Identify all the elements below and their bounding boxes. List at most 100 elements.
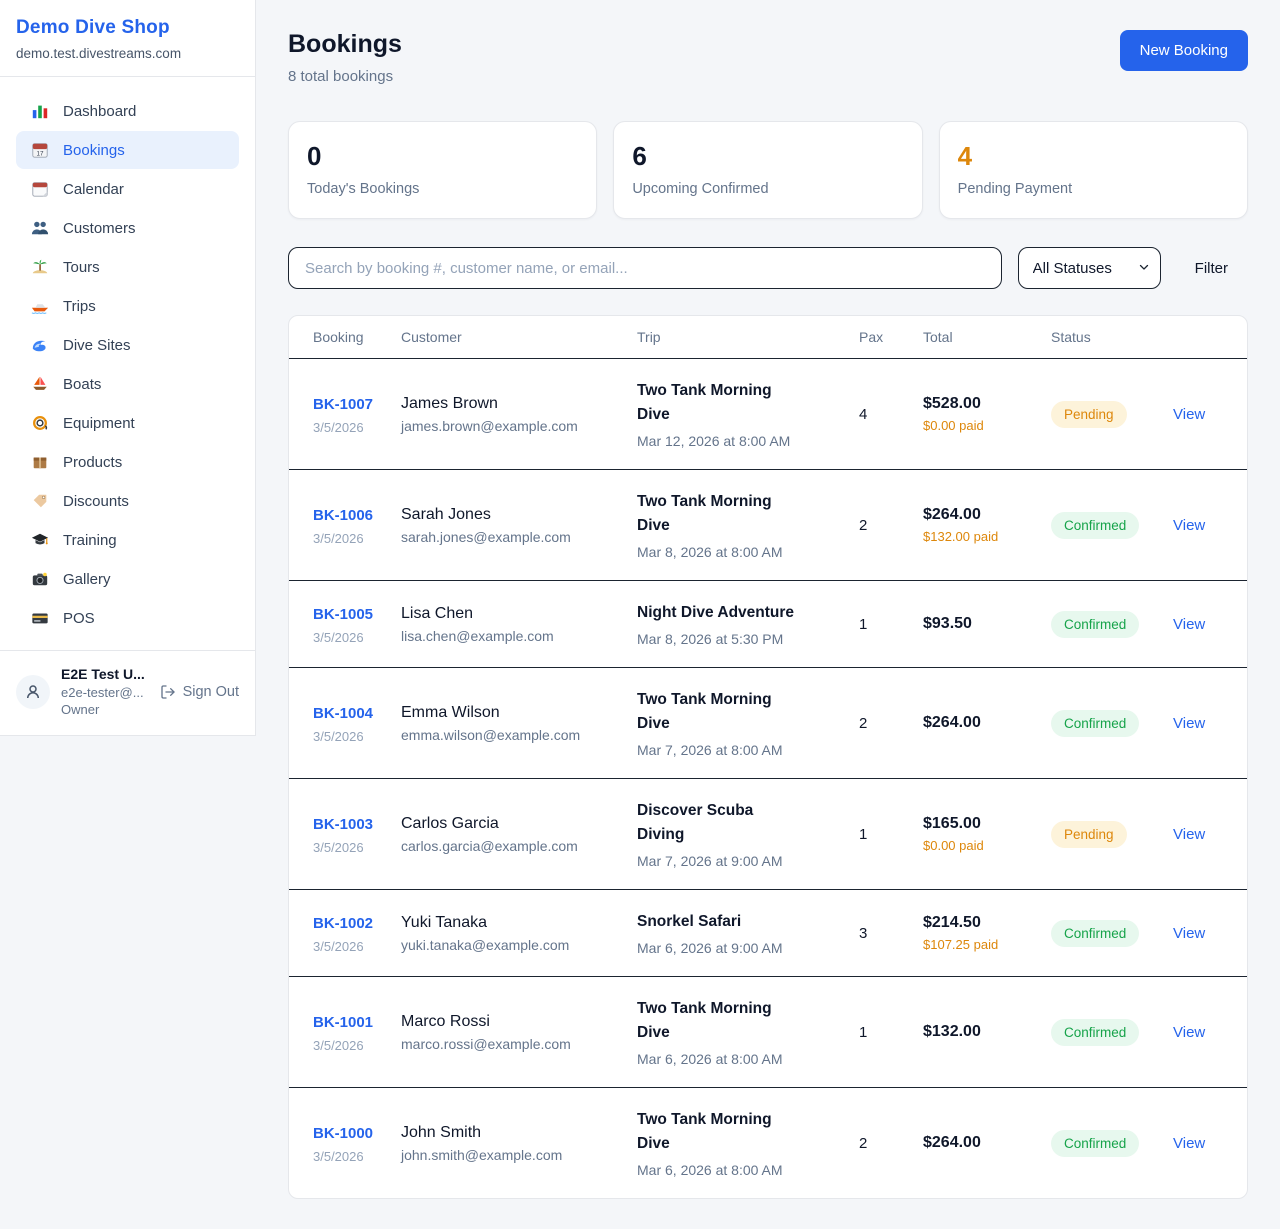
sidebar-item-label: Boats [63,376,101,393]
filter-button[interactable]: Filter [1161,260,1248,277]
booking-id-link[interactable]: BK-1002 [313,912,375,935]
view-link[interactable]: View [1173,715,1205,732]
booking-id-link[interactable]: BK-1003 [313,813,375,836]
stat-value: 0 [307,141,578,172]
column-header-total: Total [923,316,1051,359]
sidebar-item-label: Equipment [63,415,135,432]
sidebar-nav: Dashboard Bookings Calendar Customers To… [0,77,255,650]
pax-value: 2 [859,470,923,581]
sidebar-item[interactable]: POS [16,599,239,637]
status-badge: Confirmed [1051,1130,1139,1157]
customer-email: emma.wilson@example.com [401,727,629,743]
paid-amount: $107.25 paid [923,937,1009,952]
pax-value: 1 [859,581,923,668]
booking-id-link[interactable]: BK-1005 [313,603,375,626]
trip-name: Night Dive Adventure [637,601,799,625]
sidebar-item[interactable]: Customers [16,209,239,247]
total-amount: $132.00 [923,1023,1043,1041]
trip-datetime: Mar 6, 2026 at 9:00 AM [637,940,851,956]
total-amount: $214.50 [923,914,1043,932]
page-title: Bookings [288,30,402,59]
view-link[interactable]: View [1173,406,1205,423]
customer-email: yuki.tanaka@example.com [401,937,629,953]
view-link[interactable]: View [1173,616,1205,633]
customer-email: john.smith@example.com [401,1147,629,1163]
trip-datetime: Mar 12, 2026 at 8:00 AM [637,433,851,449]
booking-date: 3/5/2026 [313,630,393,645]
sidebar-item-label: Dive Sites [63,337,131,354]
booking-id-link[interactable]: BK-1006 [313,504,375,527]
booking-id-link[interactable]: BK-1000 [313,1122,375,1145]
booking-row: BK-1004 3/5/2026 Emma Wilson emma.wilson… [289,668,1247,779]
status-badge: Confirmed [1051,710,1139,737]
logout-icon [160,684,176,700]
user-section: E2E Test U... e2e-tester@... Owner Sign … [0,650,255,735]
status-badge: Confirmed [1051,920,1139,947]
sidebar-item-label: Dashboard [63,103,136,120]
new-booking-button[interactable]: New Booking [1120,30,1248,71]
sidebar-item[interactable]: Equipment [16,404,239,442]
trip-datetime: Mar 8, 2026 at 5:30 PM [637,631,851,647]
column-header-booking: Booking [289,316,401,359]
trip-datetime: Mar 6, 2026 at 8:00 AM [637,1162,851,1178]
customer-email: lisa.chen@example.com [401,628,629,644]
booking-id-link[interactable]: BK-1007 [313,393,375,416]
pax-value: 1 [859,779,923,890]
sidebar-item-label: Trips [63,298,96,315]
sidebar-item[interactable]: Gallery [16,560,239,598]
sidebar-item[interactable]: Tours [16,248,239,286]
sidebar-item-label: Calendar [63,181,124,198]
status-select[interactable]: All Statuses [1018,247,1161,289]
sidebar-item[interactable]: Products [16,443,239,481]
sidebar-item[interactable]: Bookings [16,131,239,169]
sidebar-item[interactable]: Trips [16,287,239,325]
stats-row: 0 Today's Bookings 6 Upcoming Confirmed … [288,121,1248,219]
sidebar-item[interactable]: Training [16,521,239,559]
pax-value: 3 [859,890,923,977]
status-badge: Confirmed [1051,1019,1139,1046]
booking-date: 3/5/2026 [313,1149,393,1164]
booking-row: BK-1005 3/5/2026 Lisa Chen lisa.chen@exa… [289,581,1247,668]
view-link[interactable]: View [1173,1024,1205,1041]
calendar-icon [30,180,50,198]
customer-name: Emma Wilson [401,704,629,722]
sidebar-item[interactable]: Dashboard [16,92,239,130]
view-link[interactable]: View [1173,1135,1205,1152]
booking-date: 3/5/2026 [313,1038,393,1053]
view-link[interactable]: View [1173,826,1205,843]
search-input[interactable] [288,247,1002,289]
booking-row: BK-1007 3/5/2026 James Brown james.brown… [289,359,1247,470]
total-amount: $264.00 [923,1134,1043,1152]
column-header-customer: Customer [401,316,637,359]
sidebar-item[interactable]: Discounts [16,482,239,520]
bookings-table-card: Booking Customer Trip Pax Total Status B… [288,315,1248,1199]
stat-label: Pending Payment [958,181,1229,197]
status-badge: Confirmed [1051,512,1139,539]
user-name: E2E Test U... [61,665,145,684]
sidebar-item[interactable]: Calendar [16,170,239,208]
column-header-status: Status [1051,316,1173,359]
sidebar-item[interactable]: Boats [16,365,239,403]
total-amount: $165.00 [923,815,1043,833]
column-header-view [1173,316,1247,359]
booking-row: BK-1002 3/5/2026 Yuki Tanaka yuki.tanaka… [289,890,1247,977]
tag-icon [30,492,50,510]
view-link[interactable]: View [1173,517,1205,534]
person-icon [24,683,42,701]
sign-out-button[interactable]: Sign Out [160,684,239,700]
view-link[interactable]: View [1173,925,1205,942]
booking-row: BK-1001 3/5/2026 Marco Rossi marco.rossi… [289,977,1247,1088]
trip-name: Two Tank Morning Dive [637,490,799,538]
customer-name: James Brown [401,395,629,413]
sidebar-item-label: POS [63,610,95,627]
booking-id-link[interactable]: BK-1001 [313,1011,375,1034]
customer-email: james.brown@example.com [401,418,629,434]
grad-cap-icon [30,531,50,549]
booking-date: 3/5/2026 [313,729,393,744]
customer-name: Sarah Jones [401,506,629,524]
status-badge: Pending [1051,821,1127,848]
booking-row: BK-1003 3/5/2026 Carlos Garcia carlos.ga… [289,779,1247,890]
sidebar-item[interactable]: Dive Sites [16,326,239,364]
stat-value: 6 [632,141,903,172]
booking-id-link[interactable]: BK-1004 [313,702,375,725]
